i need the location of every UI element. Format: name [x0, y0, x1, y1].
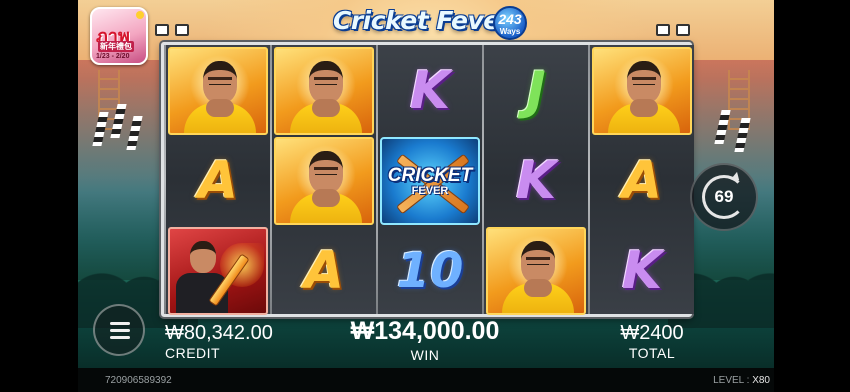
reel-3: K CRICKET FEVER 10	[378, 45, 482, 314]
reel-1: A	[166, 45, 270, 315]
reel-5: A K	[590, 45, 694, 314]
wild-label-line2: FEVER	[411, 185, 449, 197]
letterbox-right	[774, 0, 850, 392]
menu-button[interactable]	[93, 304, 145, 356]
symbol-letter-j: J	[526, 61, 546, 121]
floodlight-icon	[656, 24, 670, 36]
total-bet-display[interactable]: ₩2400 TOTAL	[617, 322, 687, 361]
hamburger-icon	[110, 322, 130, 325]
ways-badge: 243 Ways	[493, 6, 527, 40]
symbol-player-face	[592, 47, 692, 135]
level-indicator: LEVEL : X80	[713, 375, 770, 386]
symbol-letter-k: K	[515, 151, 557, 211]
game-title: Cricket Fever	[333, 6, 512, 35]
credit-display: ₩80,342.00 CREDIT	[165, 322, 273, 361]
notification-dot-icon	[136, 11, 144, 19]
level-value: X80	[752, 375, 770, 386]
floodlight-icon	[676, 24, 690, 36]
auto-spin-button[interactable]: 69	[690, 163, 758, 231]
reel-4: J K	[484, 45, 588, 315]
symbol-letter-a: A	[303, 241, 345, 301]
floodlight-icon	[175, 24, 189, 36]
symbol-ten: 10	[396, 243, 464, 299]
symbol-player-face	[274, 47, 374, 135]
promo-dates: 1/23 - 2/20	[96, 53, 130, 60]
win-label: WIN	[410, 347, 440, 363]
symbol-letter-a: A	[197, 151, 239, 211]
symbol-wild: CRICKET FEVER	[380, 137, 480, 225]
reel-grid: A A K CRICKET FEVER 10 J K A K	[161, 42, 694, 317]
floodlight-icon	[155, 24, 169, 36]
letterbox-left	[0, 0, 78, 392]
symbol-player-face	[168, 47, 268, 135]
win-value: ₩134,000.00	[350, 317, 500, 345]
level-label: LEVEL :	[713, 375, 750, 386]
win-display: ₩134,000.00 WIN	[340, 317, 510, 363]
credit-value: ₩80,342.00	[165, 322, 273, 344]
total-value: ₩2400	[620, 322, 684, 344]
total-label: TOTAL	[628, 345, 676, 361]
wild-label-line1: CRICKET	[387, 165, 473, 186]
reel-2: A	[272, 45, 376, 314]
session-id: 720906589392	[105, 375, 172, 386]
promo-badge[interactable]: ภาพ 新年禮包 1/23 - 2/20	[90, 7, 148, 65]
ways-label: Ways	[499, 27, 521, 36]
symbol-letter-a: A	[621, 151, 663, 211]
footer-bar: 720906589392 LEVEL : X80	[78, 368, 774, 392]
symbol-player-face	[274, 137, 374, 225]
promo-subtitle: 新年禮包	[98, 41, 134, 52]
symbol-letter-k: K	[409, 61, 451, 121]
symbol-player-face	[486, 227, 586, 315]
symbol-batsman	[168, 227, 268, 315]
symbol-letter-k: K	[621, 241, 663, 301]
auto-spin-remaining: 69	[714, 187, 734, 206]
credit-label: CREDIT	[165, 345, 221, 361]
ways-number: 243	[498, 11, 522, 27]
game-logo: Cricket Fever 243 Ways	[331, 2, 531, 44]
